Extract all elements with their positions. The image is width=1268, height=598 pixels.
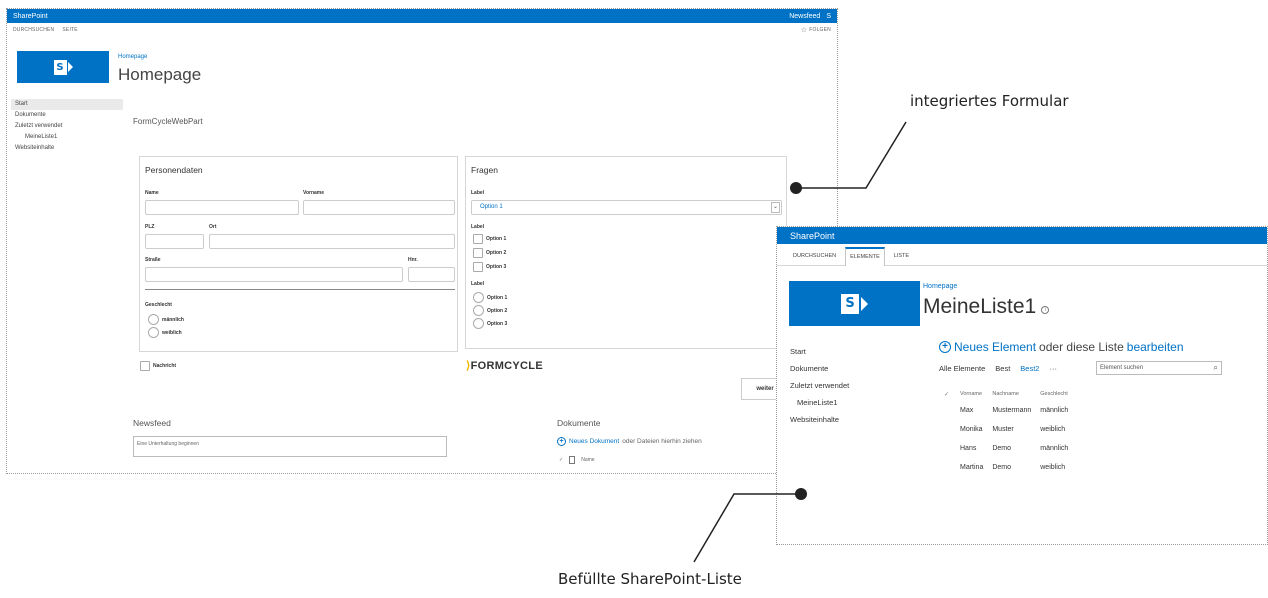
annotation-connectors [693,121,907,563]
annotation-filled-list: Befüllte SharePoint-Liste [558,570,742,588]
connector-filled-list [693,488,807,563]
connector-integrated-form [790,121,907,194]
annotation-integrated-form: integriertes Formular [910,92,1069,110]
